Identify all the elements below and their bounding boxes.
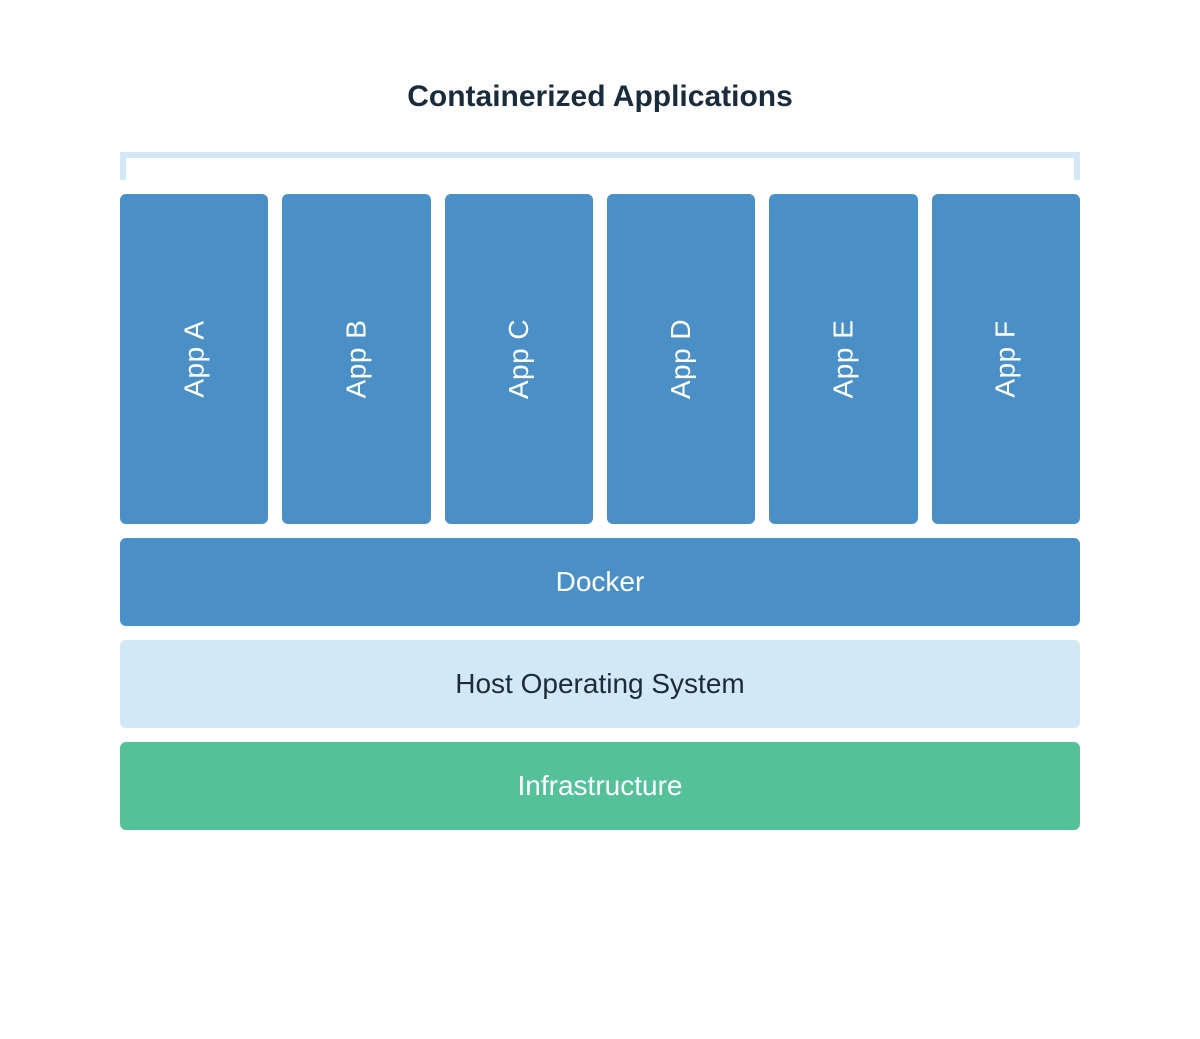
app-box-d: App D — [607, 194, 755, 524]
app-label: App D — [665, 319, 697, 399]
app-box-c: App C — [445, 194, 593, 524]
app-box-f: App F — [932, 194, 1080, 524]
app-box-b: App B — [282, 194, 430, 524]
layer-docker: Docker — [120, 538, 1080, 626]
app-label: App F — [990, 320, 1022, 397]
app-label: App B — [340, 320, 372, 399]
apps-row: App A App B App C App D App E App F — [120, 194, 1080, 524]
app-label: App A — [178, 320, 210, 397]
diagram-title: Containerized Applications — [407, 80, 793, 114]
app-label: App E — [827, 320, 859, 399]
app-label: App C — [503, 319, 535, 399]
app-box-a: App A — [120, 194, 268, 524]
layer-host-os: Host Operating System — [120, 640, 1080, 728]
app-box-e: App E — [769, 194, 917, 524]
apps-bracket — [120, 152, 1080, 180]
layer-infrastructure: Infrastructure — [120, 742, 1080, 830]
container-architecture-diagram: Containerized Applications App A App B A… — [120, 80, 1080, 830]
